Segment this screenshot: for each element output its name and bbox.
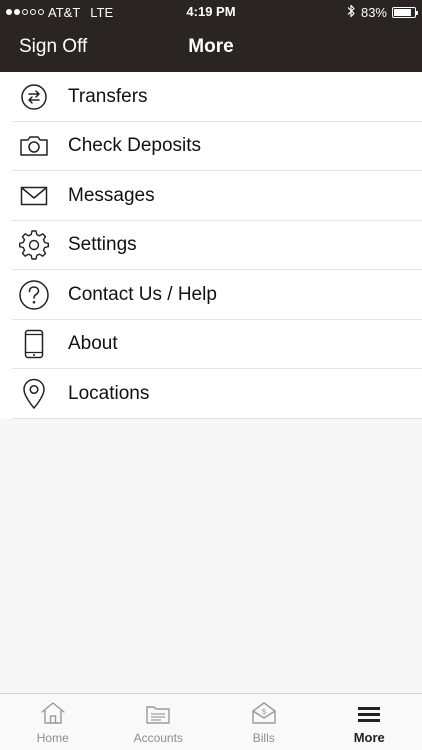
- phone-device-icon: [18, 328, 50, 360]
- tab-bills[interactable]: $ Bills: [211, 694, 317, 750]
- gear-icon: [18, 229, 50, 261]
- menu-item-label: Check Deposits: [68, 135, 202, 157]
- question-circle-icon: [18, 279, 50, 311]
- map-pin-icon: [18, 378, 50, 410]
- menu-item-check-deposits[interactable]: Check Deposits: [0, 122, 422, 172]
- folder-icon: [145, 699, 171, 725]
- menu-item-label: Transfers: [68, 85, 148, 107]
- menu-item-contact-help[interactable]: Contact Us / Help: [0, 270, 422, 320]
- battery-icon: [392, 6, 418, 18]
- nav-bar: Sign Off More: [0, 24, 422, 72]
- status-bar: AT&T LTE 4:19 PM 83%: [0, 0, 422, 24]
- menu-item-about[interactable]: About: [0, 320, 422, 370]
- menu-item-messages[interactable]: Messages: [0, 171, 422, 221]
- top-header: AT&T LTE 4:19 PM 83% Sign Off More: [0, 0, 422, 72]
- tab-label: Accounts: [133, 731, 183, 745]
- battery-fill: [394, 8, 411, 16]
- svg-text:$: $: [261, 707, 266, 716]
- tab-label: Home: [36, 731, 69, 745]
- status-right: 83%: [347, 3, 418, 21]
- hamburger-icon: [357, 698, 381, 724]
- tab-bar: Home Accounts $ Bills More: [0, 693, 422, 750]
- menu-item-label: Settings: [68, 234, 137, 256]
- tab-home[interactable]: Home: [0, 694, 106, 750]
- page-title: More: [188, 36, 234, 57]
- menu-item-label: Messages: [68, 184, 155, 206]
- tab-accounts[interactable]: Accounts: [106, 694, 212, 750]
- bluetooth-icon: [347, 4, 356, 21]
- bill-envelope-icon: $: [251, 699, 277, 725]
- house-icon: [40, 699, 66, 725]
- more-menu-list: Transfers Check Deposits Messages Settin…: [0, 72, 422, 419]
- menu-item-label: Locations: [68, 382, 150, 404]
- tab-label: Bills: [252, 731, 275, 745]
- tab-label: More: [353, 730, 385, 745]
- menu-item-transfers[interactable]: Transfers: [0, 72, 422, 122]
- transfer-arrows-icon: [18, 81, 50, 113]
- menu-item-label: Contact Us / Help: [68, 283, 217, 305]
- envelope-icon: [18, 180, 50, 212]
- menu-item-label: About: [68, 333, 118, 355]
- menu-item-locations[interactable]: Locations: [0, 369, 422, 419]
- menu-item-settings[interactable]: Settings: [0, 221, 422, 271]
- camera-icon: [18, 130, 50, 162]
- tab-more[interactable]: More: [317, 694, 422, 750]
- battery-percent: 83%: [360, 4, 387, 20]
